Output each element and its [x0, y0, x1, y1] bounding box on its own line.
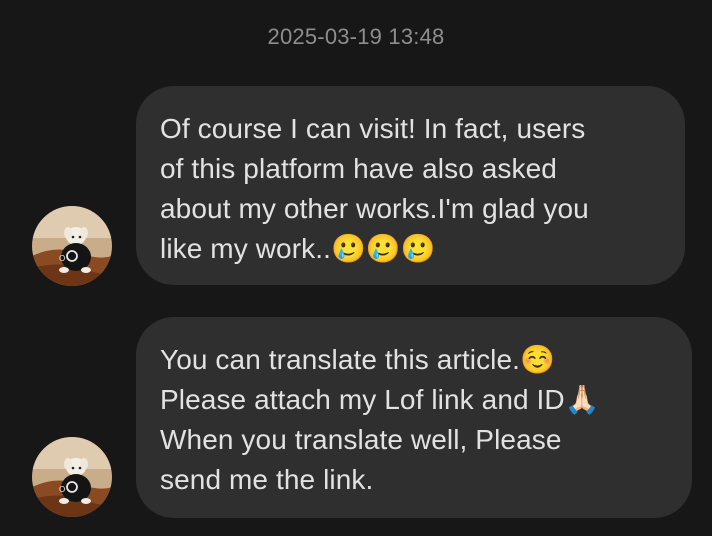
svg-text:O: O [59, 254, 65, 263]
sender-avatar[interactable]: O [32, 206, 112, 286]
message-bubble[interactable]: You can translate this article.☺️ Please… [136, 317, 692, 518]
message-text: You can translate this article.☺️ Please… [160, 344, 600, 495]
dog-avatar-icon: O [32, 206, 112, 286]
message-text: Of course I can visit! In fact, users of… [160, 113, 589, 264]
message-bubble[interactable]: Of course I can visit! In fact, users of… [136, 86, 685, 285]
sender-avatar[interactable]: O [32, 437, 112, 517]
message-timestamp: 2025-03-19 13:48 [267, 24, 445, 49]
dog-avatar-icon: O [32, 437, 112, 517]
svg-text:O: O [59, 485, 65, 494]
